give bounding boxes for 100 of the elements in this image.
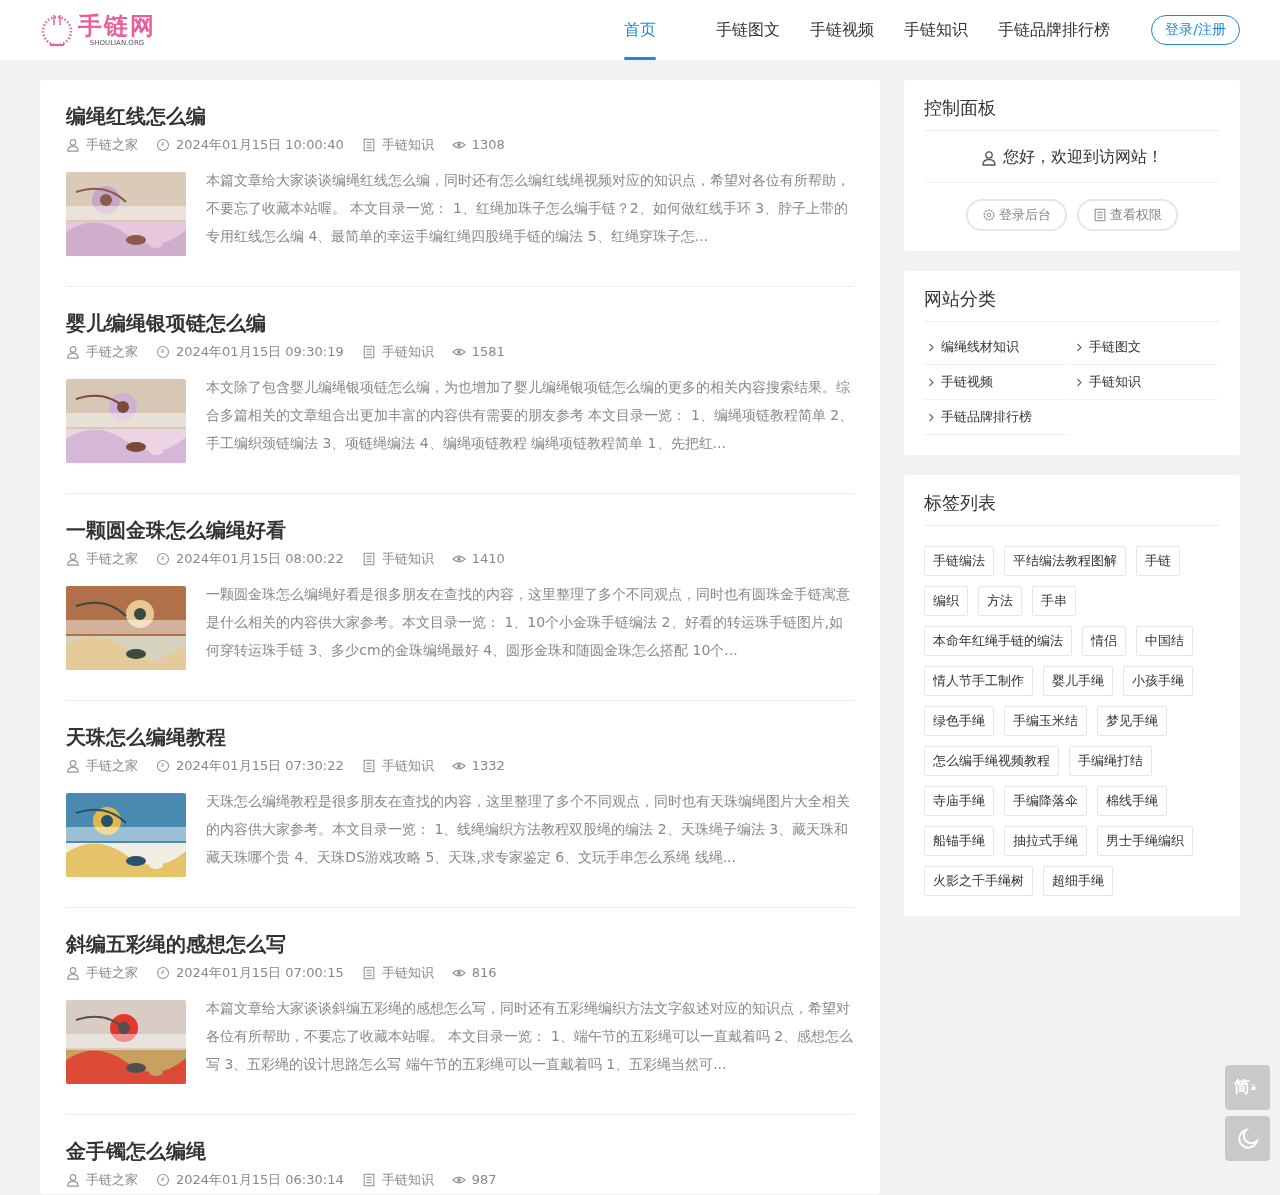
- category-link[interactable]: 手链知识: [1072, 365, 1218, 400]
- nav-link[interactable]: 手链视频: [795, 0, 890, 60]
- tag[interactable]: 火影之千手绳树: [924, 866, 1033, 896]
- user-icon: [66, 1173, 80, 1187]
- panel-title: 标签列表: [924, 491, 1220, 526]
- category: 手链知识: [381, 965, 434, 981]
- tag[interactable]: 手编玉米结: [1004, 706, 1087, 736]
- date: 2024年01月15日 07:00:15: [176, 965, 344, 981]
- document-icon: [361, 138, 376, 152]
- date: 2024年01月15日 10:00:40: [176, 137, 344, 153]
- author: 手链之家: [86, 758, 138, 774]
- document-icon: [361, 759, 376, 773]
- tag[interactable]: 情侣: [1082, 626, 1126, 656]
- article-excerpt: 天珠怎么编绳教程是很多朋友在查找的内容，这里整理了多个不同观点，同时也有天珠编绳图片大全相关的内容供大家参考。本文目录一览： 1、线绳编织方法教程双股绳的编法 2、天珠绳子编法 3、藏天珠和藏天珠哪个贵 4、天珠DS游戏攻略 5、天珠,求专家鉴定 6、文玩手串怎么系绳 线绳...: [206, 792, 851, 867]
- tag[interactable]: 绿色手绳: [924, 706, 994, 736]
- view-count: 1410: [471, 551, 505, 567]
- tag[interactable]: 方法: [978, 586, 1022, 616]
- view-count: 816: [471, 965, 497, 981]
- article-title[interactable]: 金手镯怎么编绳: [66, 1137, 854, 1165]
- moon-icon: [1235, 1126, 1260, 1151]
- tag[interactable]: 船锚手绳: [924, 826, 994, 856]
- user-icon: [66, 345, 80, 359]
- user-icon: [66, 138, 80, 152]
- nav-link[interactable]: 手链品牌排行榜: [983, 0, 1126, 60]
- tag[interactable]: 棉线手绳: [1097, 786, 1167, 816]
- article-title[interactable]: 一颗圆金珠怎么编绳好看: [66, 516, 854, 544]
- admin-button[interactable]: 登录后台: [966, 199, 1067, 231]
- author: 手链之家: [86, 551, 138, 567]
- login-button[interactable]: 登录/注册: [1151, 15, 1240, 45]
- nav-link[interactable]: 首页: [609, 0, 672, 60]
- view-count: 987: [471, 1172, 497, 1188]
- panel-title: 网站分类: [924, 287, 1220, 322]
- tag[interactable]: 平结编法教程图解: [1004, 546, 1126, 576]
- date: 2024年01月15日 06:30:14: [176, 1172, 344, 1188]
- author: 手链之家: [86, 965, 138, 981]
- permissions-button[interactable]: 查看权限: [1077, 199, 1178, 231]
- nav-link[interactable]: 手链图文: [701, 0, 796, 60]
- dark-mode-button[interactable]: [1225, 1116, 1270, 1161]
- category-link[interactable]: 手链品牌排行榜: [924, 400, 1070, 435]
- view-count: 1332: [471, 758, 505, 774]
- tag[interactable]: 婴儿手绳: [1043, 666, 1113, 696]
- article-excerpt: 本篇文章给大家谈谈斜编五彩绳的感想怎么写，同时还有五彩绳编织方法文字叙述对应的知识点，希望对各位有所帮助，不要忘了收藏本站喔。 本文目录一览： 1、端午节的五彩绳可以一直戴着吗 2、感想怎么写 3、五彩绳的设计思路怎么写 端午节的五彩绳可以一直戴着吗 1、五彩绳当然可...: [206, 999, 854, 1074]
- category: 手链知识: [381, 1172, 434, 1188]
- category-link[interactable]: 手链视频: [924, 365, 1070, 400]
- tag[interactable]: 手编降落伞: [1004, 786, 1087, 816]
- user-icon: [66, 966, 80, 980]
- tag[interactable]: 手链编法: [924, 546, 994, 576]
- article-title[interactable]: 斜编五彩绳的感想怎么写: [66, 930, 854, 958]
- article-title[interactable]: 婴儿编绳银项链怎么编: [66, 309, 854, 337]
- document-icon: [361, 966, 376, 980]
- clock-icon: [156, 552, 170, 566]
- tag[interactable]: 男士手绳编织: [1097, 826, 1193, 856]
- user-icon: [66, 759, 80, 773]
- article-excerpt: 本篇文章给大家谈谈编绳红线怎么编，同时还有怎么编红线绳视频对应的知识点，希望对各位有所帮助，不要忘了收藏本站喔。 本文目录一览： 1、红绳加珠子怎么编手链？2、如何做红线手环 3、脖子上带的专用红线怎么编 4、最简单的幸运手编红绳四股绳手链的编法 5、红绳穿珠子怎...: [206, 171, 851, 246]
- date: 2024年01月15日 08:00:22: [176, 551, 344, 567]
- tag[interactable]: 手串: [1032, 586, 1076, 616]
- category-link[interactable]: 编绳线材知识: [924, 330, 1070, 365]
- view-count: 1581: [471, 344, 505, 360]
- tag[interactable]: 梦见手绳: [1097, 706, 1167, 736]
- clock-icon: [156, 966, 170, 980]
- tag[interactable]: 编织: [924, 586, 968, 616]
- panel-title: 控制面板: [924, 96, 1220, 131]
- welcome-text: 您好，欢迎到访网站！: [1003, 147, 1163, 168]
- tag[interactable]: 手编绳打结: [1069, 746, 1152, 776]
- date: 2024年01月15日 07:30:22: [176, 758, 344, 774]
- tag[interactable]: 中国结: [1136, 626, 1193, 656]
- clock-icon: [156, 138, 170, 152]
- author: 手链之家: [86, 344, 138, 360]
- chevron-icon: [1076, 377, 1083, 387]
- chevron-icon: [1076, 342, 1083, 352]
- category-link[interactable]: 手链图文: [1072, 330, 1218, 365]
- article-excerpt: 一颗圆金珠怎么编绳好看是很多朋友在查找的内容，这里整理了多个不同观点，同时也有圆珠金手链寓意是什么相关的内容供大家参考。本文目录一览： 1、10个小金珠手链编法 2、好看的转运珠手链图片,如何穿转运珠手链 3、多少cm的金珠编绳最好 4、圆形金珠和随圆金珠怎么搭配 10个...: [206, 585, 851, 660]
- clock-icon: [156, 1173, 170, 1187]
- author: 手链之家: [86, 1172, 138, 1188]
- tag[interactable]: 小孩手绳: [1123, 666, 1193, 696]
- article-title[interactable]: 编绳红线怎么编: [66, 102, 854, 130]
- tag[interactable]: 本命年红绳手链的编法: [924, 626, 1072, 656]
- category: 手链知识: [381, 551, 434, 567]
- document-icon: [361, 1173, 376, 1187]
- tag[interactable]: 手链: [1136, 546, 1180, 576]
- user-icon: [981, 149, 997, 166]
- nav-link[interactable]: 手链知识: [889, 0, 984, 60]
- document-icon: [361, 552, 376, 566]
- category: 手链知识: [381, 344, 434, 360]
- tag[interactable]: 怎么编手绳视频教程: [924, 746, 1059, 776]
- tag[interactable]: 抽拉式手绳: [1004, 826, 1087, 856]
- date: 2024年01月15日 09:30:19: [176, 344, 344, 360]
- tag[interactable]: 情人节手工制作: [924, 666, 1033, 696]
- category: 手链知识: [381, 137, 434, 153]
- article-excerpt: 本文除了包含婴儿编绳银项链怎么编，为也增加了婴儿编绳银项链怎么编的更多的相关内容搜索结果。综合多篇相关的文章组合出更加丰富的内容供有需要的朋友参考 本文目录一览： 1、编绳项链教程简单 2、手工编织颈链编法 3、项链绳编法 4、编绳项链教程 编绳项链教程简单 1、先把红...: [206, 378, 854, 453]
- view-count: 1308: [471, 137, 505, 153]
- tag[interactable]: 寺庙手绳: [924, 786, 994, 816]
- author: 手链之家: [86, 137, 138, 153]
- article-title[interactable]: 天珠怎么编绳教程: [66, 723, 854, 751]
- clock-icon: [156, 345, 170, 359]
- document-icon: [1093, 208, 1107, 222]
- chevron-icon: [928, 412, 935, 422]
- tag[interactable]: 超细手绳: [1043, 866, 1113, 896]
- chevron-icon: [928, 342, 935, 352]
- gear-icon: [982, 208, 996, 222]
